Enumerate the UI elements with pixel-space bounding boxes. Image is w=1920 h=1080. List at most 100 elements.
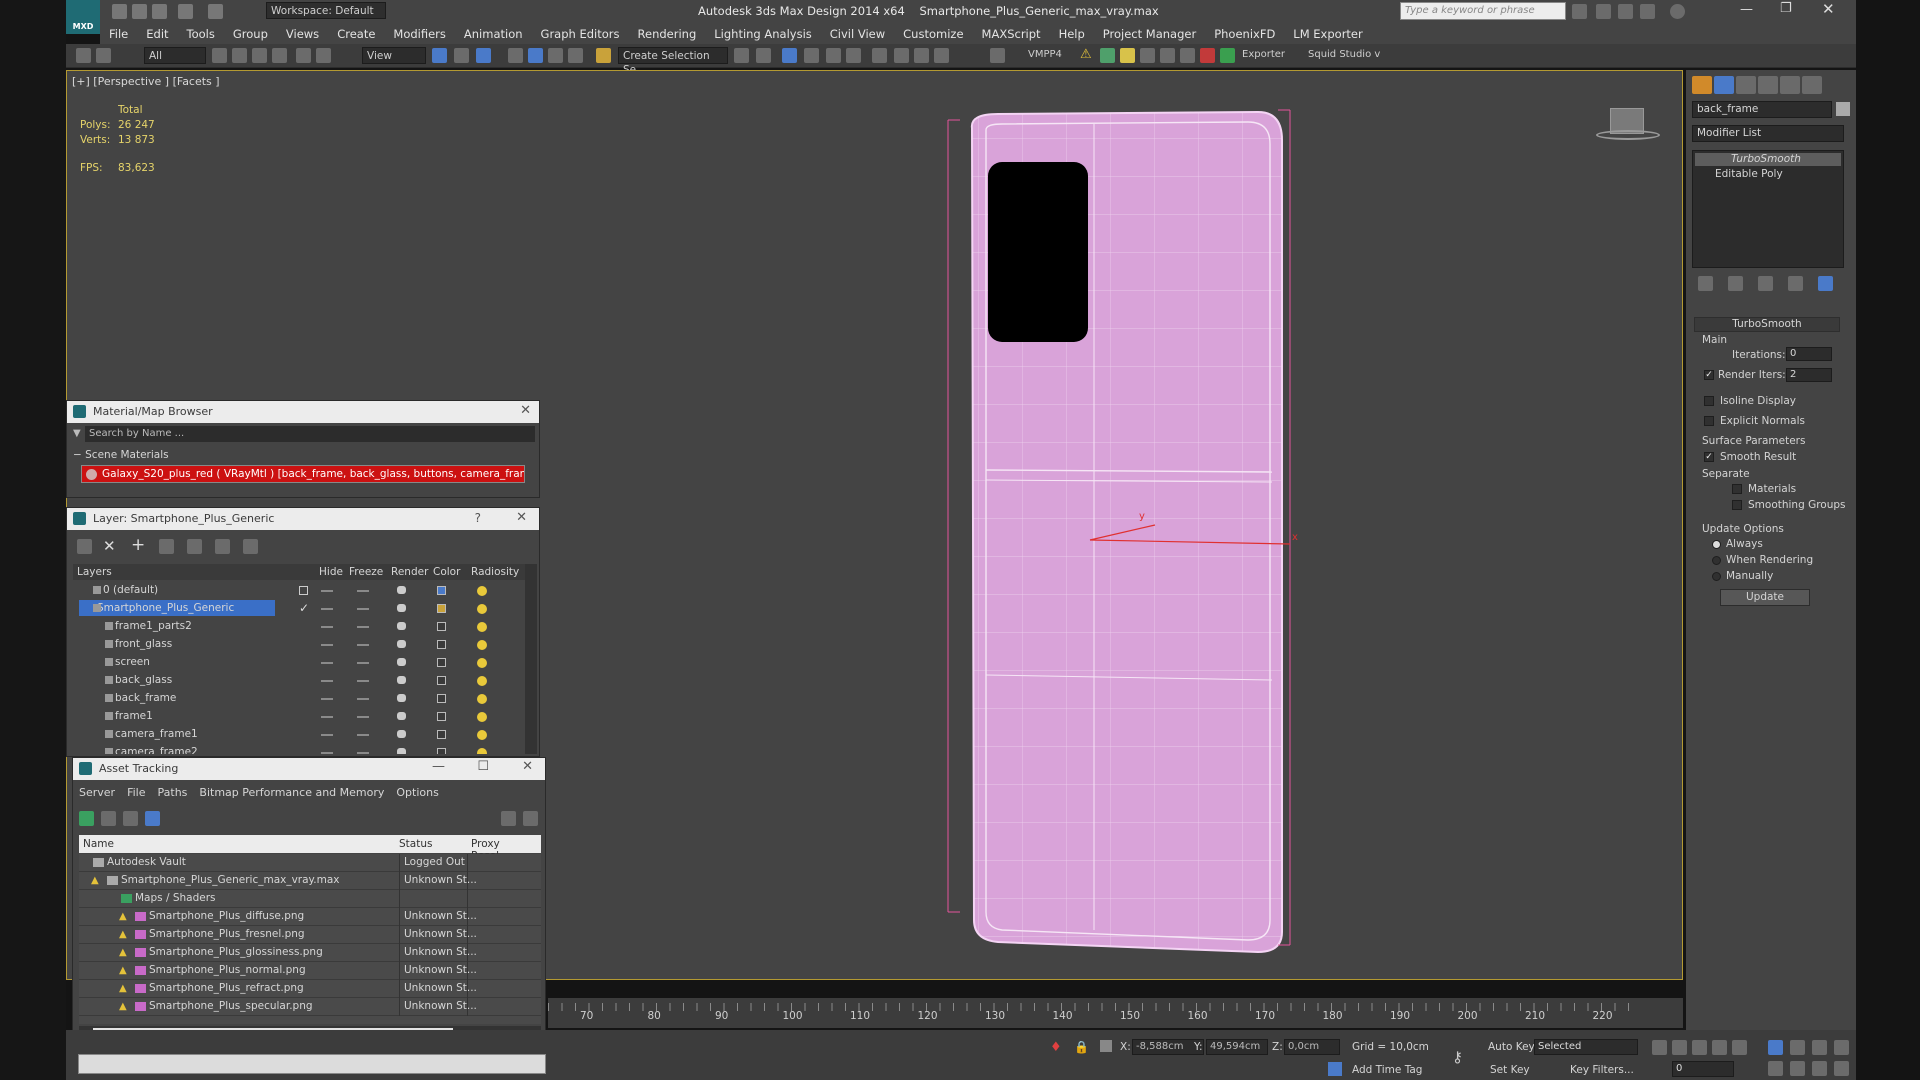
reference-coord-dropdown[interactable]: View bbox=[362, 47, 426, 64]
selection-lock-icon[interactable]: 🔒 bbox=[1074, 1040, 1089, 1054]
menu-item[interactable]: LM Exporter bbox=[1284, 22, 1371, 41]
absolute-mode-icon[interactable] bbox=[1100, 1040, 1112, 1052]
render-setup-icon[interactable] bbox=[894, 48, 909, 63]
tree-view-icon[interactable] bbox=[123, 811, 138, 826]
field-of-view-icon[interactable] bbox=[1768, 1061, 1783, 1076]
iterations-spinner[interactable]: 0 bbox=[1786, 347, 1832, 361]
asset-settings-icon[interactable] bbox=[523, 811, 538, 826]
layer-color-swatch[interactable] bbox=[437, 586, 446, 595]
key-filters-button[interactable]: Key Filters... bbox=[1570, 1064, 1634, 1076]
layer-row[interactable]: Smartphone_Plus_Generic ✓ bbox=[73, 600, 525, 618]
layer-row[interactable]: frame1_parts2 bbox=[73, 618, 525, 636]
modifier-list-dropdown[interactable]: Modifier List bbox=[1692, 125, 1844, 142]
freeze-toggle[interactable] bbox=[357, 662, 369, 664]
show-end-result-icon[interactable] bbox=[1728, 276, 1743, 291]
make-unique-icon[interactable] bbox=[1758, 276, 1773, 291]
layer-help-icon[interactable]: ? bbox=[475, 511, 481, 525]
scene-materials-section[interactable]: − Scene Materials bbox=[73, 449, 169, 461]
asset-tracking-header[interactable]: Asset Tracking bbox=[73, 758, 545, 780]
render-teapot-icon[interactable] bbox=[397, 658, 406, 666]
menu-item[interactable]: Lighting Analysis bbox=[705, 22, 821, 41]
layer-row[interactable]: back_frame bbox=[73, 690, 525, 708]
layer-color-swatch[interactable] bbox=[437, 658, 446, 667]
snap-icon[interactable] bbox=[508, 48, 523, 63]
current-frame-field[interactable]: 0 bbox=[1672, 1061, 1734, 1077]
render-teapot-icon[interactable] bbox=[397, 730, 406, 738]
phone-wireframe-model[interactable]: y x bbox=[890, 100, 1310, 960]
check-icon[interactable] bbox=[1220, 48, 1235, 63]
asset-row[interactable]: Maps / Shaders bbox=[79, 890, 541, 908]
asset-maximize-icon[interactable]: ☐ bbox=[477, 759, 489, 774]
asset-close-icon[interactable]: ✕ bbox=[522, 759, 533, 774]
menu-item[interactable]: Customize bbox=[894, 22, 972, 41]
layer-row[interactable]: front_glass bbox=[73, 636, 525, 654]
radiosity-icon[interactable] bbox=[477, 748, 487, 754]
maximize-viewport-icon[interactable] bbox=[1834, 1040, 1849, 1055]
col-render[interactable]: Render bbox=[391, 566, 428, 578]
viewcube[interactable] bbox=[1596, 108, 1660, 144]
binoculars-icon[interactable] bbox=[1572, 4, 1587, 19]
asset-help-icon[interactable] bbox=[501, 811, 516, 826]
auto-key-button[interactable]: Auto Key bbox=[1488, 1041, 1535, 1053]
materials-checkbox[interactable] bbox=[1732, 484, 1742, 494]
key-mode-dropdown[interactable]: Selected bbox=[1534, 1039, 1638, 1055]
minimize-icon[interactable]: — bbox=[1740, 2, 1753, 17]
col-layers[interactable]: Layers bbox=[77, 566, 112, 578]
configure-sets-icon[interactable] bbox=[1818, 276, 1833, 291]
freeze-toggle[interactable] bbox=[357, 752, 369, 754]
hide-toggle[interactable] bbox=[321, 716, 333, 718]
create-layer-icon[interactable] bbox=[77, 539, 92, 554]
refresh-icon[interactable] bbox=[79, 811, 94, 826]
layer-row[interactable]: frame1 bbox=[73, 708, 525, 726]
render-teapot-icon[interactable] bbox=[397, 640, 406, 648]
asset-menu-item[interactable]: Bitmap Performance and Memory bbox=[199, 786, 384, 799]
manually-radio[interactable] bbox=[1712, 572, 1721, 581]
freeze-all-layers-icon[interactable] bbox=[243, 539, 258, 554]
material-search-input[interactable]: Search by Name ... bbox=[85, 426, 535, 442]
menu-item[interactable]: MAXScript bbox=[973, 22, 1050, 41]
material-item[interactable]: Galaxy_S20_plus_red ( VRayMtl ) [back_fr… bbox=[81, 465, 525, 483]
filter-icon[interactable]: ▼ bbox=[73, 428, 81, 439]
freeze-toggle[interactable] bbox=[357, 608, 369, 610]
menu-item[interactable]: Edit bbox=[137, 22, 177, 41]
render-teapot-icon[interactable] bbox=[397, 748, 406, 754]
select-by-name-icon[interactable] bbox=[232, 48, 247, 63]
viewport-icon[interactable] bbox=[1160, 48, 1175, 63]
grid-icon[interactable] bbox=[1140, 48, 1155, 63]
add-to-layer-icon[interactable]: + bbox=[131, 535, 145, 555]
layer-color-swatch[interactable] bbox=[437, 640, 446, 649]
asset-row[interactable]: ▲ Smartphone_Plus_refract.png Unknown St..… bbox=[79, 980, 541, 998]
menu-item[interactable]: File bbox=[100, 22, 137, 41]
window-crossing-icon[interactable] bbox=[272, 48, 287, 63]
menu-item[interactable]: PhoenixFD bbox=[1205, 22, 1284, 41]
menu-item[interactable]: Views bbox=[277, 22, 328, 41]
menu-item[interactable]: Civil View bbox=[821, 22, 894, 41]
rendered-frame-icon[interactable] bbox=[914, 48, 929, 63]
set-key-button[interactable]: Set Key bbox=[1490, 1064, 1530, 1076]
highlight-layer-icon[interactable] bbox=[187, 539, 202, 554]
time-tag-icon[interactable] bbox=[1328, 1062, 1342, 1076]
when-rendering-radio[interactable] bbox=[1712, 556, 1721, 565]
asset-menu-item[interactable]: Server bbox=[79, 786, 115, 799]
freeze-toggle[interactable] bbox=[357, 590, 369, 592]
layer-name[interactable]: back_glass bbox=[103, 672, 172, 688]
link-icon[interactable] bbox=[76, 48, 91, 63]
menu-item[interactable]: Animation bbox=[455, 22, 532, 41]
select-object-icon[interactable] bbox=[212, 48, 227, 63]
layer-row[interactable]: back_glass bbox=[73, 672, 525, 690]
hide-toggle[interactable] bbox=[321, 626, 333, 628]
layer-color-swatch[interactable] bbox=[437, 748, 446, 754]
hide-toggle[interactable] bbox=[321, 608, 333, 610]
menu-item[interactable]: Create bbox=[328, 22, 384, 41]
undo-icon[interactable] bbox=[178, 4, 193, 19]
asset-row[interactable]: Autodesk Vault Logged Out bbox=[79, 854, 541, 872]
layer-name[interactable]: 0 (default) bbox=[91, 582, 158, 598]
named-selection-dropdown[interactable]: Create Selection Se bbox=[618, 47, 728, 76]
render-teapot-icon[interactable] bbox=[397, 712, 406, 720]
viewport-label[interactable]: [+] [Perspective ] [Facets ] bbox=[72, 75, 220, 88]
delete-layer-icon[interactable]: ✕ bbox=[103, 537, 116, 555]
save-file-icon[interactable] bbox=[152, 4, 167, 19]
col-hide[interactable]: Hide bbox=[319, 566, 343, 578]
camera-icon[interactable] bbox=[1180, 48, 1195, 63]
object-name-field[interactable]: back_frame bbox=[1692, 101, 1832, 118]
